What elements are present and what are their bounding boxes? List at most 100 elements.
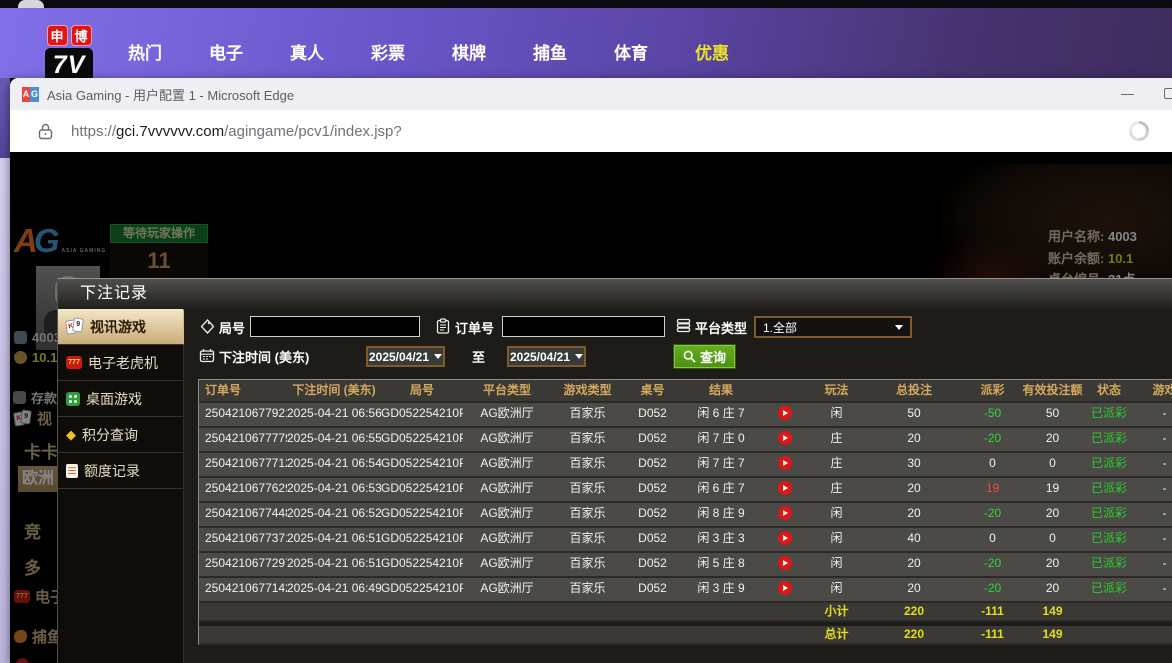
col-bet-time: 下注时间 (美东)	[287, 380, 381, 401]
panel-sidebar: K9 视讯游戏 777 电子老虎机 桌面游戏 ◆	[58, 309, 184, 663]
cell-bet-time: 2025-04-21 06:52:28	[287, 503, 381, 526]
cell-round-no: GD052254210PR	[381, 503, 463, 526]
date-to-picker[interactable]: 2025/04/21	[507, 346, 586, 367]
col-order-no: 订单号	[199, 380, 287, 401]
cell-play: 闲	[809, 503, 864, 526]
replay-play-button[interactable]	[778, 456, 792, 470]
window-title: Asia Gaming - 用户配置 1 - Microsoft Edge	[47, 85, 294, 104]
cell-total-bet: 20	[864, 578, 964, 601]
nav-item-cards[interactable]: 棋牌	[452, 39, 486, 64]
cell-round-no: GD052254210PN	[381, 578, 463, 601]
nav-item-promo[interactable]: 优惠	[695, 39, 729, 64]
nav-item-live[interactable]: 真人	[290, 39, 324, 64]
sidebar-item-video-games[interactable]: K9 视讯游戏	[58, 309, 183, 345]
cell-round-no: GD052254210PP	[381, 553, 463, 576]
cell-status: 已派彩	[1084, 453, 1134, 476]
grand-total-payout: -111	[964, 626, 1021, 643]
table-row: 250421067792155 2025-04-21 06:56:28 GD05…	[199, 403, 1172, 428]
window-titlebar[interactable]: A G Asia Gaming - 用户配置 1 - Microsoft Edg…	[10, 78, 1172, 110]
cell-valid-bet: 0	[1021, 453, 1084, 476]
cell-total-bet: 20	[864, 478, 964, 501]
bet-time-label: 下注时间 (美东)	[219, 347, 309, 366]
favicon-g: G	[30, 87, 39, 102]
nav-item-sports[interactable]: 体育	[614, 39, 648, 64]
cell-valid-bet: 20	[1021, 578, 1084, 601]
cell-valid-bet: 20	[1021, 428, 1084, 451]
col-status: 状态	[1084, 380, 1134, 401]
nav-item-fishing[interactable]: 捕鱼	[533, 39, 567, 64]
query-button-label: 查询	[700, 347, 726, 366]
table-row: 250421067744888 2025-04-21 06:52:28 GD05…	[199, 503, 1172, 528]
sidebar-item-credit-records[interactable]: 额度记录	[58, 453, 183, 489]
query-button[interactable]: 查询	[674, 345, 735, 368]
cell-bet-time: 2025-04-21 06:55:16	[287, 428, 381, 451]
cell-platform: AG欧洲厅	[463, 453, 551, 476]
cell-total-bet: 20	[864, 428, 964, 451]
col-platform: 平台类型	[463, 380, 551, 401]
subtotal-payout: -111	[964, 603, 1021, 620]
background-window-tab	[18, 0, 44, 8]
lock-icon[interactable]	[38, 123, 53, 140]
cell-platform: AG欧洲厅	[463, 578, 551, 601]
order-no-input[interactable]	[502, 316, 665, 337]
cell-bet-time: 2025-04-21 06:53:57	[287, 478, 381, 501]
chevron-down-icon	[434, 354, 442, 359]
panel-title: 下注记录	[58, 279, 1172, 309]
col-round-no: 局号	[381, 380, 463, 401]
top-edge-bar	[0, 0, 1172, 8]
minimize-button[interactable]	[1112, 78, 1142, 110]
site-logo[interactable]: 申 博 7V	[45, 25, 93, 86]
cell-result: 闲 7 庄 0	[681, 428, 761, 451]
play-icon	[783, 585, 788, 591]
sidebar-item-points-query[interactable]: ◆ 积分查询	[58, 417, 183, 453]
cell-payout: -20	[964, 503, 1021, 526]
date-from-picker[interactable]: 2025/04/21	[366, 346, 445, 367]
url-scheme: https://	[71, 123, 116, 140]
replay-play-button[interactable]	[778, 431, 792, 445]
bet-records-panel: 下注记录 K9 视讯游戏 777 电子老虎机 桌面游戏	[57, 278, 1172, 663]
replay-play-button[interactable]	[778, 556, 792, 570]
cell-table-no: D052	[624, 503, 681, 526]
url-text[interactable]: https://gci.7vvvvvv.com/agingame/pcv1/in…	[71, 123, 402, 140]
to-label: 至	[472, 347, 485, 366]
table-row: 250421067714267 2025-04-21 06:49:50 GD05…	[199, 578, 1172, 603]
platform-type-select[interactable]: 1.全部	[754, 316, 912, 338]
nav-item-slots[interactable]: 电子	[209, 39, 243, 64]
cell-result: 闲 6 庄 7	[681, 403, 761, 426]
sidebar-item-table-games[interactable]: 桌面游戏	[58, 381, 183, 417]
cell-play: 闲	[809, 528, 864, 551]
col-payout: 派彩	[964, 380, 1021, 401]
screen: 申 博 7V 热门 电子 真人 彩票 棋牌 捕鱼 体育 优惠 A G Asia …	[0, 0, 1172, 663]
cell-status: 已派彩	[1084, 503, 1134, 526]
replay-play-button[interactable]	[778, 581, 792, 595]
grand-total-total-bet: 220	[864, 626, 964, 643]
replay-play-button[interactable]	[778, 531, 792, 545]
logo-badge-shen: 申	[47, 25, 68, 46]
maximize-button[interactable]	[1164, 88, 1172, 99]
cell-bet-time: 2025-04-21 06:54:40	[287, 453, 381, 476]
logo-badge-bo: 博	[71, 25, 92, 46]
play-icon	[783, 510, 788, 516]
edge-popup-window: A G Asia Gaming - 用户配置 1 - Microsoft Edg…	[10, 78, 1172, 663]
col-total-bet: 总投注	[864, 380, 964, 401]
cards-icon: K9	[66, 318, 84, 335]
cell-round-no: GD052254210PW	[381, 403, 463, 426]
cell-platform: AG欧洲厅	[463, 553, 551, 576]
nav-item-lottery[interactable]: 彩票	[371, 39, 405, 64]
round-no-input[interactable]	[250, 316, 420, 337]
replay-play-button[interactable]	[778, 481, 792, 495]
cell-valid-bet: 0	[1021, 528, 1084, 551]
table-row: 250421067777900 2025-04-21 06:55:16 GD05…	[199, 428, 1172, 453]
refresh-icon[interactable]	[1128, 120, 1150, 142]
grand-total-label: 总计	[809, 626, 864, 643]
background-site-edge	[0, 78, 10, 158]
cell-valid-bet: 50	[1021, 403, 1084, 426]
replay-play-button[interactable]	[778, 506, 792, 520]
replay-play-button[interactable]	[778, 406, 792, 420]
sidebar-item-slot-machines[interactable]: 777 电子老虎机	[58, 345, 183, 381]
date-from-value: 2025/04/21	[369, 350, 429, 364]
address-bar[interactable]: https://gci.7vvvvvv.com/agingame/pcv1/in…	[10, 110, 1172, 152]
platform-list-icon	[676, 318, 691, 333]
nav-item-hot[interactable]: 热门	[128, 39, 162, 64]
table-row: 250421067762939 2025-04-21 06:53:57 GD05…	[199, 478, 1172, 503]
